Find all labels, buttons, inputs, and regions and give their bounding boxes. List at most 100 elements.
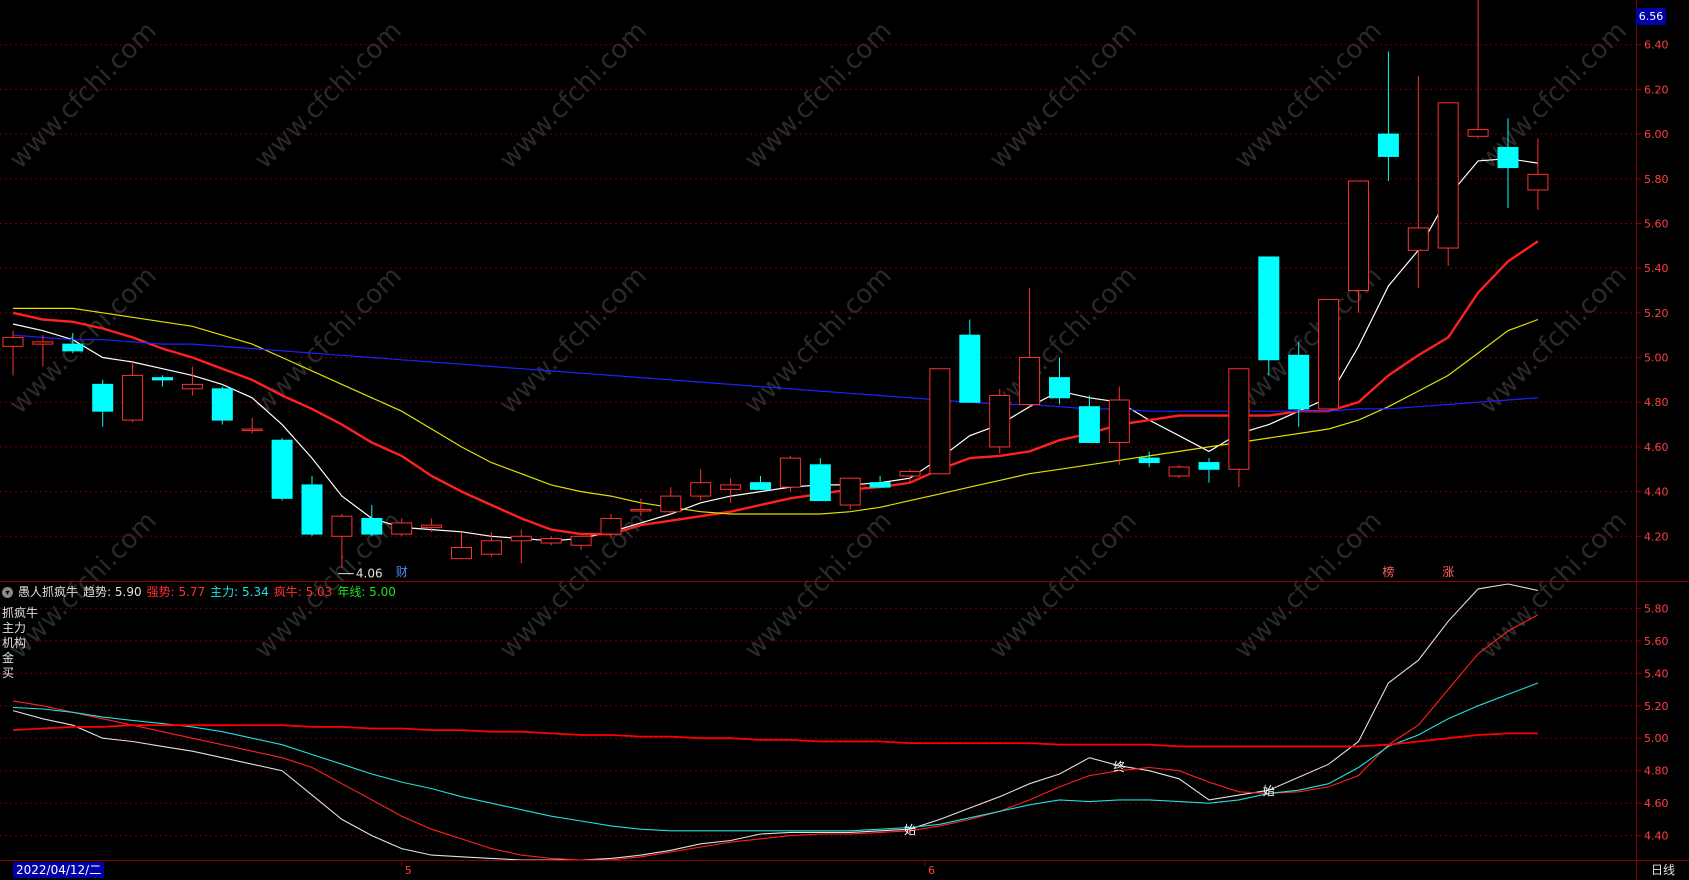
candle-body bbox=[480, 540, 502, 555]
signal-start: 始 bbox=[1263, 784, 1275, 798]
candle-body bbox=[1377, 133, 1399, 157]
candle-body bbox=[92, 383, 114, 412]
chart-canvas[interactable]: www.cfchi.com www.cfchi.com www.cfchi.com w… bbox=[0, 0, 1689, 880]
y-tick-label: 4.40 bbox=[1644, 830, 1669, 843]
candle-body bbox=[1527, 173, 1549, 191]
watermark-text: www.cfchi.com bbox=[1229, 16, 1388, 175]
signal-start: 始 bbox=[904, 823, 916, 837]
y-tick-label: 4.60 bbox=[1644, 797, 1669, 810]
candle-body bbox=[1497, 146, 1519, 169]
watermark-text: www.cfchi.com bbox=[494, 261, 653, 420]
candle-body bbox=[241, 428, 263, 432]
y-tick-label: 5.20 bbox=[1644, 700, 1669, 713]
y-tick-label: 5.80 bbox=[1644, 602, 1669, 615]
watermark-text: www.cfchi.com bbox=[249, 16, 408, 175]
candle-body bbox=[301, 484, 323, 535]
candle-body bbox=[630, 508, 652, 512]
strong-value: 强势: 5.77 bbox=[146, 585, 206, 599]
candle-body bbox=[32, 341, 54, 345]
candle-body bbox=[959, 334, 981, 403]
candle-body bbox=[271, 439, 293, 499]
watermark-text: www.cfchi.com bbox=[494, 16, 653, 175]
legend-item: 抓疯牛 bbox=[2, 606, 39, 620]
legend-item: 主力 bbox=[2, 621, 27, 635]
candle-body bbox=[451, 546, 472, 560]
event-marker-limit-up: 涨 bbox=[1442, 564, 1454, 579]
watermark-text: www.cfchi.com bbox=[739, 16, 898, 175]
month-label: 6 bbox=[928, 864, 935, 877]
candle-body bbox=[1138, 457, 1160, 464]
grid-layer bbox=[0, 44, 1636, 837]
watermark-text: www.cfchi.com bbox=[1474, 261, 1633, 420]
candle-body bbox=[720, 484, 742, 490]
candle-body bbox=[660, 495, 682, 513]
candle-body bbox=[750, 482, 771, 490]
candle-body bbox=[839, 477, 861, 506]
y-tick-label: 5.80 bbox=[1644, 173, 1669, 186]
period-button[interactable]: 日线 bbox=[1636, 862, 1689, 878]
candle-body bbox=[869, 482, 891, 488]
candle-body bbox=[1407, 227, 1429, 251]
candle-body bbox=[809, 464, 831, 502]
candle-body bbox=[1318, 298, 1340, 410]
indicator-name[interactable]: 愚人抓疯牛 bbox=[18, 585, 78, 599]
candle-body bbox=[1198, 462, 1220, 470]
legend-item: 机构 bbox=[2, 636, 27, 650]
y-tick-label: 5.40 bbox=[1644, 667, 1669, 680]
y-tick-label: 5.60 bbox=[1644, 217, 1669, 230]
candle-body bbox=[690, 482, 712, 497]
main-value: 主力: 5.34 bbox=[210, 585, 269, 599]
y-tick-label: 5.40 bbox=[1644, 262, 1669, 275]
y-tick-label: 4.20 bbox=[1644, 530, 1669, 543]
candle-body bbox=[361, 517, 383, 535]
candle-body bbox=[1108, 399, 1130, 443]
indicator-header: ▾ 愚人抓疯牛 趋势: 5.90 强势: 5.77 主力: 5.34 疯牛: 5.03 年线… bbox=[2, 584, 401, 600]
candle-body bbox=[1467, 129, 1489, 137]
candle-body bbox=[510, 535, 532, 542]
candle-body bbox=[122, 374, 144, 421]
candle-body bbox=[152, 377, 173, 381]
y-tick-label: 4.60 bbox=[1644, 441, 1669, 454]
legend-item: 金 bbox=[2, 651, 15, 665]
candle-body bbox=[929, 368, 951, 475]
y-tick-label: 5.00 bbox=[1644, 732, 1669, 745]
y-tick-label: 4.80 bbox=[1644, 765, 1669, 778]
candle-body bbox=[1228, 368, 1250, 470]
y-tick-label: 6.40 bbox=[1644, 39, 1669, 52]
month-label: 5 bbox=[405, 864, 412, 877]
candle-body bbox=[989, 395, 1011, 448]
candle-body bbox=[391, 522, 413, 535]
y-tick-label: 5.20 bbox=[1644, 307, 1669, 320]
watermark-text: www.cfchi.com bbox=[249, 261, 408, 420]
watermark-text: www.cfchi.com bbox=[1229, 506, 1388, 665]
y-tick-label: 4.80 bbox=[1644, 396, 1669, 409]
signal-end: 终 bbox=[1113, 759, 1125, 774]
y-tick-label: 4.40 bbox=[1644, 486, 1669, 499]
y-tick-label: 6.00 bbox=[1644, 128, 1669, 141]
watermark-text: www.cfchi.com bbox=[739, 506, 898, 665]
candle-body bbox=[2, 336, 24, 347]
candle-body bbox=[1348, 180, 1369, 291]
candle-body bbox=[1019, 357, 1041, 405]
candle-body bbox=[1258, 256, 1280, 361]
event-marker-finance: 财 bbox=[396, 565, 408, 579]
candle-body bbox=[779, 457, 801, 488]
candle-body bbox=[181, 383, 203, 390]
candle-body bbox=[421, 524, 443, 528]
y-tick-label: 6.20 bbox=[1644, 83, 1669, 96]
candle-body bbox=[570, 535, 592, 546]
bull-value: 疯牛: 5.03 bbox=[273, 585, 333, 599]
watermark-text: www.cfchi.com bbox=[984, 16, 1143, 175]
event-marker-ranking: 榜 bbox=[1382, 564, 1394, 579]
chevron-down-icon[interactable]: ▾ bbox=[2, 587, 13, 598]
candle-body bbox=[331, 515, 353, 537]
axis-layer: 4.20 4.40 4.60 4.80 5.00 5.20 5.40 5.60 5.80 6.00… bbox=[0, 0, 1689, 880]
min-price-label: 4.06 bbox=[356, 567, 383, 581]
candle-body bbox=[899, 471, 921, 477]
y-tick-label: 5.60 bbox=[1644, 635, 1669, 648]
strong-line bbox=[12, 614, 1539, 861]
watermark-text: www.cfchi.com bbox=[739, 261, 898, 420]
candle-body bbox=[1049, 377, 1070, 399]
year-value: 年线: 5.00 bbox=[337, 585, 396, 599]
candle-body bbox=[1168, 466, 1190, 477]
